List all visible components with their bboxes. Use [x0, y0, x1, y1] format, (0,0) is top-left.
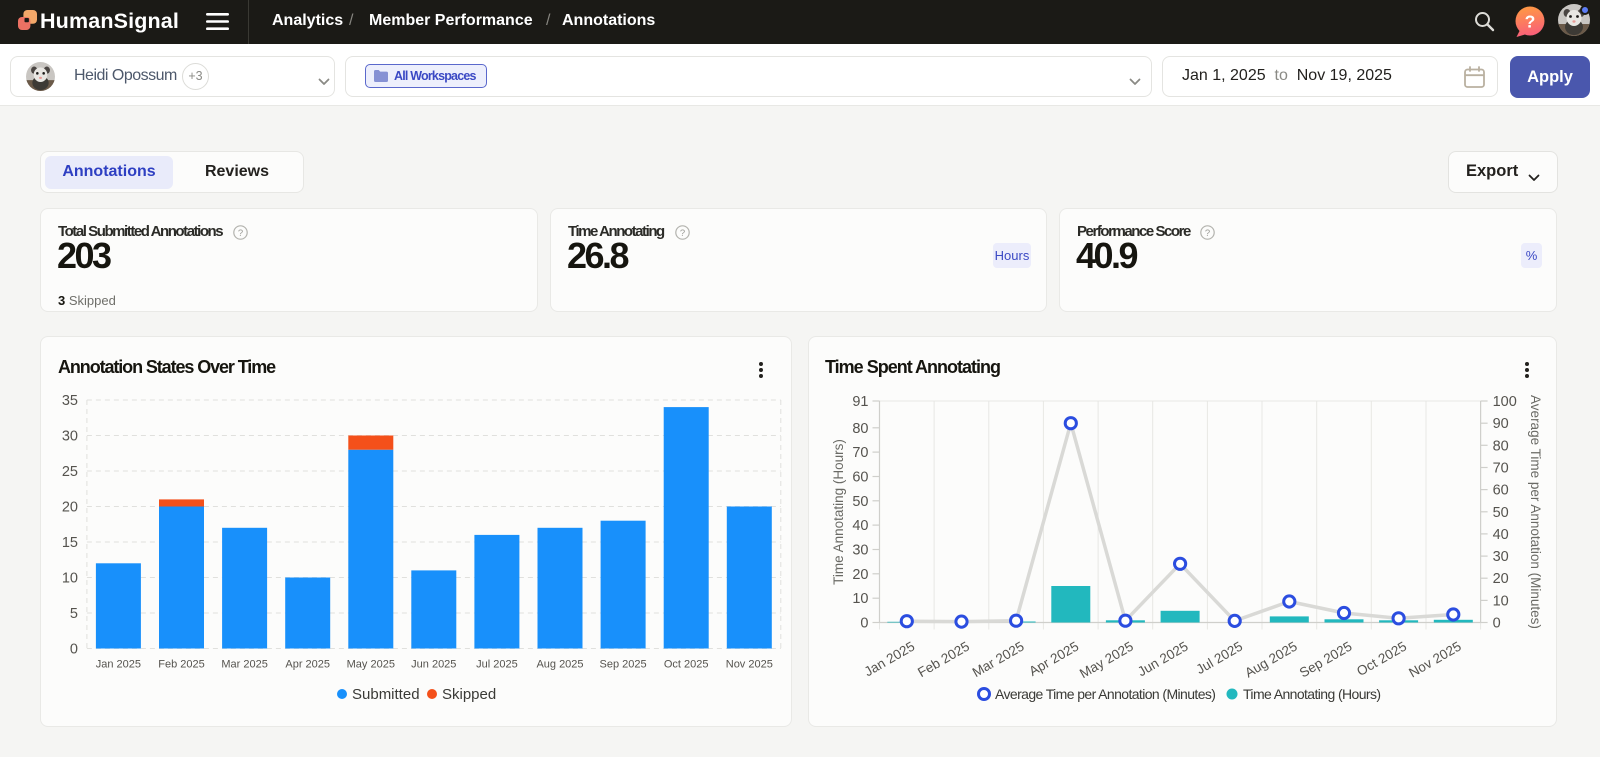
svg-text:Average Time per Annotation (M: Average Time per Annotation (Minutes): [995, 686, 1215, 702]
svg-text:40: 40: [1493, 527, 1509, 543]
svg-text:30: 30: [1493, 549, 1509, 565]
svg-text:Jul 2025: Jul 2025: [1193, 639, 1245, 678]
svg-text:May 2025: May 2025: [1077, 639, 1136, 682]
svg-text:10: 10: [1493, 593, 1509, 609]
svg-text:10: 10: [62, 571, 78, 587]
svg-text:20: 20: [62, 500, 78, 516]
svg-text:10: 10: [852, 591, 868, 607]
svg-text:30: 30: [62, 429, 78, 445]
svg-text:20: 20: [852, 567, 868, 583]
svg-text:0: 0: [860, 616, 868, 632]
svg-text:Mar 2025: Mar 2025: [221, 659, 267, 671]
svg-text:70: 70: [852, 445, 868, 461]
svg-text:Nov 2025: Nov 2025: [1406, 639, 1464, 681]
svg-text:Time Annotating (Hours): Time Annotating (Hours): [1243, 686, 1380, 702]
svg-text:90: 90: [1493, 416, 1509, 432]
svg-text:60: 60: [1493, 483, 1509, 499]
svg-text:Aug 2025: Aug 2025: [536, 659, 583, 671]
svg-text:80: 80: [1493, 438, 1509, 454]
svg-text:91: 91: [852, 394, 868, 410]
svg-text:50: 50: [852, 494, 868, 510]
svg-text:Jun 2025: Jun 2025: [1135, 639, 1191, 680]
svg-text:Jun 2025: Jun 2025: [411, 659, 456, 671]
svg-text:Skipped: Skipped: [442, 686, 496, 703]
svg-text:100: 100: [1493, 394, 1517, 410]
svg-text:Feb 2025: Feb 2025: [915, 639, 972, 681]
svg-text:Apr 2025: Apr 2025: [1026, 639, 1081, 679]
svg-text:5: 5: [70, 606, 78, 622]
svg-text:Jan 2025: Jan 2025: [862, 639, 918, 680]
svg-text:15: 15: [62, 535, 78, 551]
svg-text:20: 20: [1493, 571, 1509, 587]
svg-text:?: ?: [1525, 12, 1536, 32]
svg-text:?: ?: [238, 228, 243, 239]
svg-text:Oct 2025: Oct 2025: [664, 659, 709, 671]
svg-text:Average Time per Annotation (M: Average Time per Annotation (Minutes): [1528, 395, 1543, 629]
svg-text:30: 30: [852, 543, 868, 559]
svg-text:60: 60: [852, 470, 868, 486]
svg-text:0: 0: [1493, 616, 1501, 632]
svg-text:?: ?: [1205, 228, 1210, 239]
svg-text:May 2025: May 2025: [347, 659, 395, 671]
svg-text:Mar 2025: Mar 2025: [970, 639, 1027, 681]
svg-text:50: 50: [1493, 505, 1509, 521]
svg-text:Time Annotating (Hours): Time Annotating (Hours): [831, 439, 846, 585]
svg-text:Feb 2025: Feb 2025: [158, 659, 204, 671]
svg-text:Sep 2025: Sep 2025: [600, 659, 647, 671]
svg-text:Oct 2025: Oct 2025: [1354, 639, 1409, 679]
svg-text:Aug 2025: Aug 2025: [1242, 639, 1300, 681]
svg-text:?: ?: [680, 228, 685, 239]
svg-text:Nov 2025: Nov 2025: [726, 659, 773, 671]
svg-text:35: 35: [62, 393, 78, 409]
svg-text:Submitted: Submitted: [352, 686, 420, 703]
svg-text:25: 25: [62, 464, 78, 480]
svg-text:Apr 2025: Apr 2025: [285, 659, 330, 671]
svg-text:Jan 2025: Jan 2025: [96, 659, 141, 671]
svg-text:40: 40: [852, 518, 868, 534]
svg-text:Jul 2025: Jul 2025: [476, 659, 518, 671]
svg-text:70: 70: [1493, 461, 1509, 477]
svg-text:80: 80: [852, 421, 868, 437]
svg-text:Sep 2025: Sep 2025: [1297, 639, 1355, 681]
svg-text:0: 0: [70, 642, 78, 658]
